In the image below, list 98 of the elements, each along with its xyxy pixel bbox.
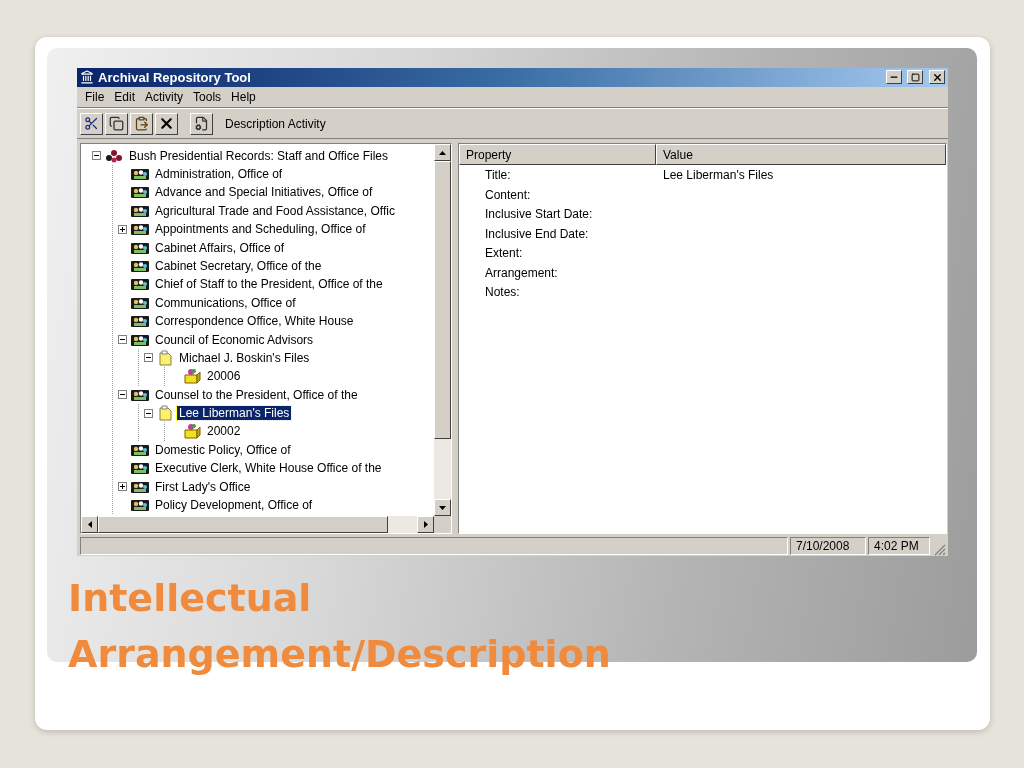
tree-item[interactable]: Administration, Office of	[153, 167, 285, 181]
slide-title: Intellectual Arrangement/Description	[68, 575, 612, 678]
right-arrow-icon	[423, 521, 428, 529]
property-name: Arrangement:	[484, 265, 559, 280]
status-date: 7/10/2008	[790, 537, 866, 556]
tree-item[interactable]: Counsel to the President, Office of the	[153, 387, 360, 402]
people-icon	[131, 222, 149, 237]
delete-button[interactable]	[155, 112, 178, 135]
up-arrow-icon	[439, 150, 446, 155]
properties-button[interactable]	[190, 112, 213, 135]
close-button[interactable]	[929, 70, 945, 85]
collapse-toggle[interactable]	[143, 353, 153, 363]
tree-item[interactable]: Lee Liberman's Files	[177, 406, 292, 421]
property-name: Notes:	[484, 285, 521, 300]
column-header[interactable]: Value	[656, 144, 946, 166]
tree-item[interactable]: Correspondence Office, White House	[153, 314, 356, 329]
tree-item[interactable]: Advance and Special Initiatives, Office of	[153, 185, 375, 200]
properties-icon	[194, 116, 209, 132]
maximize-button[interactable]	[907, 70, 923, 85]
people-icon	[131, 498, 149, 513]
tree-item[interactable]: Bush Presidential Records: Staff and Office Files	[127, 148, 391, 163]
property-name: Title:	[484, 168, 512, 183]
tree-item[interactable]: Policy Development, Office of	[153, 498, 315, 513]
tree-item[interactable]: Cabinet Secretary, Office of the	[153, 258, 324, 273]
plus-icon	[118, 225, 126, 233]
box-icon	[183, 423, 201, 440]
box-icon	[183, 368, 201, 385]
menu-item[interactable]: File	[80, 89, 110, 104]
collapse-toggle[interactable]	[117, 390, 127, 400]
people-icon	[131, 461, 149, 476]
copy-icon	[109, 116, 124, 132]
vertical-scrollbar[interactable]	[434, 144, 451, 517]
tree-item[interactable]: Executive Clerk, White House Office of the	[153, 461, 384, 476]
people-icon	[131, 277, 149, 292]
down-arrow-icon	[439, 505, 446, 510]
status-time: 4:02 PM	[868, 537, 930, 556]
copy-button[interactable]	[105, 112, 128, 135]
people-icon	[131, 387, 149, 402]
paste-icon	[134, 116, 149, 132]
plus-icon	[118, 483, 126, 491]
tree-item[interactable]: Appointments and Scheduling, Office of	[153, 222, 368, 237]
people-icon	[131, 295, 149, 310]
window-title: Archival Repository Tool	[98, 69, 252, 85]
minimize-button[interactable]	[886, 70, 902, 85]
horizontal-scrollbar[interactable]	[81, 516, 434, 534]
building-icon	[80, 70, 94, 85]
collapse-toggle[interactable]	[117, 335, 127, 345]
people-icon	[131, 185, 149, 200]
menu-item[interactable]: Help	[226, 89, 261, 104]
collapse-toggle[interactable]	[91, 151, 101, 161]
scroll-thumb[interactable]	[434, 161, 451, 440]
menu-item[interactable]: Edit	[109, 89, 141, 104]
scroll-down-button[interactable]	[434, 499, 451, 517]
expand-toggle[interactable]	[117, 224, 127, 234]
cluster-icon	[105, 148, 123, 163]
tree-item[interactable]: Chief of Staff to the President, Office of the	[153, 277, 385, 292]
people-icon	[131, 258, 149, 273]
resize-grip-icon[interactable]	[932, 542, 946, 556]
tree-item[interactable]: Cabinet Affairs, Office of	[153, 240, 286, 255]
activity-label: Description Activity	[225, 116, 326, 131]
scissors-icon	[84, 116, 99, 132]
people-icon	[131, 314, 149, 329]
property-name: Extent:	[484, 246, 524, 261]
document-icon	[157, 405, 173, 422]
cut-button[interactable]	[80, 112, 103, 135]
menu-item[interactable]: Activity	[140, 89, 189, 104]
people-icon	[131, 442, 149, 457]
scroll-up-button[interactable]	[434, 144, 451, 162]
close-icon	[931, 71, 943, 83]
scroll-left-button[interactable]	[81, 516, 98, 534]
document-icon	[157, 349, 173, 366]
scrollbar-corner	[434, 516, 451, 534]
tree-item[interactable]: Michael J. Boskin's Files	[177, 350, 312, 365]
property-name: Inclusive End Date:	[484, 226, 590, 241]
menu-item[interactable]: Tools	[188, 89, 227, 104]
paste-button[interactable]	[130, 112, 153, 135]
tree-item[interactable]: First Lady's Office	[153, 479, 253, 494]
maximize-icon	[910, 72, 920, 82]
people-icon	[131, 167, 149, 181]
left-arrow-icon	[87, 521, 92, 529]
column-header[interactable]: Property	[459, 144, 656, 166]
expand-toggle[interactable]	[117, 482, 127, 492]
people-icon	[131, 203, 149, 218]
property-name: Content:	[484, 187, 532, 202]
tree-item[interactable]: 20002	[205, 424, 243, 439]
collapse-toggle[interactable]	[143, 408, 153, 418]
scroll-thumb[interactable]	[98, 516, 388, 534]
scroll-right-button[interactable]	[417, 516, 434, 534]
tree-item[interactable]: Communications, Office of	[153, 295, 298, 310]
people-icon	[131, 240, 149, 255]
tree-item[interactable]: Council of Economic Advisors	[153, 332, 316, 347]
tree-item[interactable]: Agricultural Trade and Food Assistance, Offic	[153, 203, 397, 218]
people-icon	[131, 332, 149, 347]
tree-item[interactable]: Domestic Policy, Office of	[153, 442, 293, 457]
property-value: Lee Liberman's Files	[662, 168, 775, 183]
property-name: Inclusive Start Date:	[484, 207, 594, 222]
people-icon	[131, 479, 149, 494]
tree-item[interactable]: 20006	[205, 369, 243, 384]
